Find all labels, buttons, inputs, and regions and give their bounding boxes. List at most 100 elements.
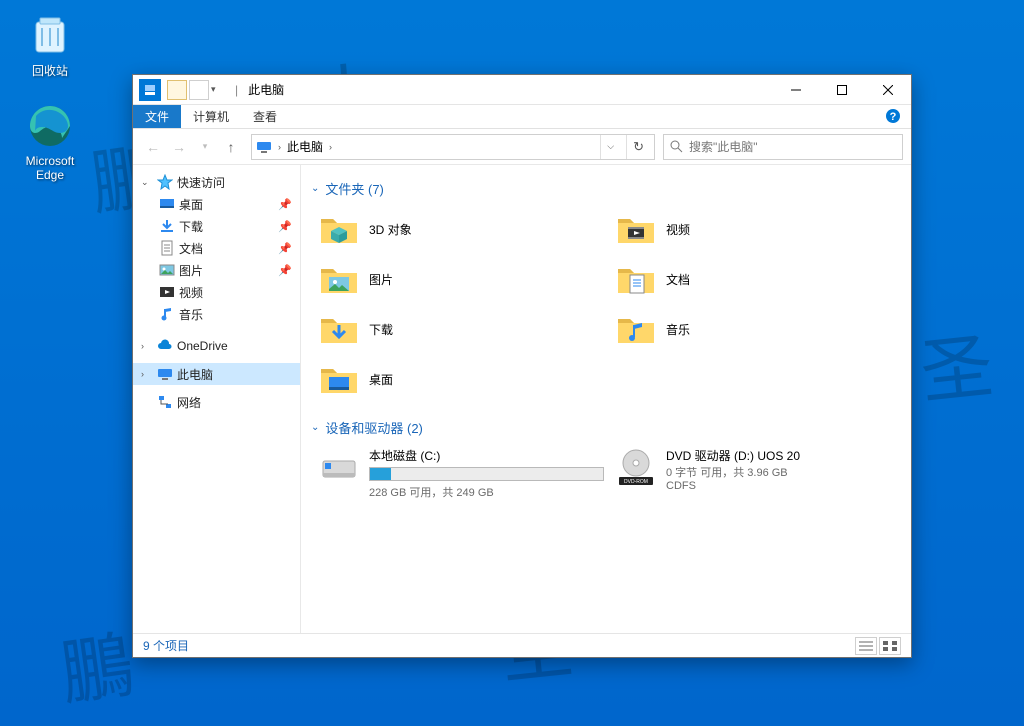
- drives-group-header[interactable]: ⌄ 设备和驱动器 (2): [311, 418, 901, 437]
- status-bar: 9 个项目: [133, 633, 911, 657]
- up-button[interactable]: ↑: [219, 135, 243, 159]
- nav-music[interactable]: 音乐: [133, 303, 300, 325]
- folder-icon: [319, 209, 359, 249]
- folders-group-header[interactable]: ⌄ 文件夹 (7): [311, 179, 901, 198]
- address-row: ← → ▾ ↑ › 此电脑 › ⌵ ↻ 搜索"此电脑": [133, 129, 911, 165]
- back-button[interactable]: ←: [141, 135, 165, 159]
- help-icon[interactable]: ?: [885, 108, 903, 126]
- chevron-right-icon[interactable]: ›: [329, 142, 332, 152]
- system-menu-icon[interactable]: [139, 79, 161, 101]
- picture-icon: [159, 262, 175, 278]
- view-large-icons-button[interactable]: [879, 637, 901, 655]
- video-icon: [159, 284, 175, 300]
- drive-sub: 0 字节 可用，共 3.96 GB: [666, 464, 901, 480]
- this-pc-icon: [157, 366, 173, 382]
- address-history-dropdown[interactable]: ⌵: [600, 135, 620, 159]
- chevron-right-icon[interactable]: ›: [141, 369, 153, 379]
- tab-file[interactable]: 文件: [133, 105, 181, 128]
- view-details-button[interactable]: [855, 637, 877, 655]
- desktop-icon: [159, 196, 175, 212]
- drive-name: 本地磁盘 (C:): [369, 447, 604, 464]
- nav-desktop[interactable]: 桌面 📌: [133, 193, 300, 215]
- chevron-down-icon[interactable]: ⌄: [141, 177, 153, 188]
- watermark: 圣: [915, 307, 998, 419]
- chevron-right-icon[interactable]: ›: [278, 142, 281, 152]
- forward-button[interactable]: →: [167, 135, 191, 159]
- qat-item[interactable]: [189, 80, 209, 100]
- explorer-window: ▾ | 此电脑 文件 计算机 查看 ? ← → ▾ ↑ › 此电脑: [132, 74, 912, 658]
- qat-dropdown-icon[interactable]: ▾: [211, 84, 221, 95]
- edge-icon: [26, 102, 74, 150]
- hdd-icon: [319, 447, 359, 487]
- recent-dropdown-icon[interactable]: ▾: [193, 135, 217, 159]
- pin-icon: 📌: [278, 242, 300, 255]
- refresh-button[interactable]: ↻: [626, 135, 650, 159]
- folder-icon: [319, 259, 359, 299]
- maximize-button[interactable]: [819, 75, 865, 105]
- recycle-bin-icon: [26, 10, 74, 58]
- folder-icon: [319, 309, 359, 349]
- chevron-down-icon: ⌄: [311, 183, 319, 194]
- item-count: 9 个项目: [143, 637, 189, 654]
- pin-icon: 📌: [278, 264, 300, 277]
- navigation-pane: ⌄ 快速访问 桌面 📌 下载 📌 文档 📌 图片: [133, 165, 301, 633]
- drive-c[interactable]: 本地磁盘 (C:) 228 GB 可用，共 249 GB: [319, 447, 604, 500]
- network-icon: [157, 394, 173, 410]
- drive-d[interactable]: DVD-ROM DVD 驱动器 (D:) UOS 20 0 字节 可用，共 3.…: [616, 447, 901, 500]
- window-title: 此电脑: [240, 81, 284, 98]
- folder-icon: [616, 209, 656, 249]
- folder-documents[interactable]: 文档: [616, 258, 901, 300]
- nav-quick-access[interactable]: ⌄ 快速访问: [133, 171, 300, 193]
- folder-pictures[interactable]: 图片: [319, 258, 604, 300]
- drive-sub: 228 GB 可用，共 249 GB: [369, 484, 604, 500]
- storage-bar: [369, 467, 604, 481]
- qat-item[interactable]: [167, 80, 187, 100]
- nav-onedrive[interactable]: › OneDrive: [133, 335, 300, 357]
- search-placeholder: 搜索"此电脑": [689, 138, 758, 155]
- close-button[interactable]: [865, 75, 911, 105]
- titlebar[interactable]: ▾ | 此电脑: [133, 75, 911, 105]
- nav-network[interactable]: 网络: [133, 391, 300, 413]
- watermark: 鵬: [53, 605, 139, 719]
- drive-name: DVD 驱动器 (D:) UOS 20: [666, 447, 901, 464]
- folder-icon: [319, 359, 359, 399]
- desktop-recycle-bin[interactable]: 回收站: [12, 10, 88, 79]
- address-bar[interactable]: › 此电脑 › ⌵ ↻: [251, 134, 655, 160]
- search-icon: [670, 140, 683, 153]
- this-pc-icon: [256, 139, 272, 155]
- nav-videos[interactable]: 视频: [133, 281, 300, 303]
- cloud-icon: [157, 338, 173, 354]
- svg-text:DVD-ROM: DVD-ROM: [624, 479, 648, 485]
- nav-pictures[interactable]: 图片 📌: [133, 259, 300, 281]
- drive-fs: CDFS: [666, 480, 901, 492]
- desktop-edge[interactable]: Microsoft Edge: [12, 102, 88, 182]
- desktop-icon-label: Microsoft Edge: [12, 154, 88, 182]
- tab-view[interactable]: 查看: [241, 105, 289, 128]
- folder-music[interactable]: 音乐: [616, 308, 901, 350]
- pin-icon: 📌: [278, 220, 300, 233]
- document-icon: [159, 240, 175, 256]
- minimize-button[interactable]: [773, 75, 819, 105]
- folder-icon: [616, 309, 656, 349]
- svg-text:?: ?: [890, 111, 897, 123]
- dvd-icon: DVD-ROM: [616, 447, 656, 487]
- folder-3d-objects[interactable]: 3D 对象: [319, 208, 604, 250]
- desktop-icon-label: 回收站: [12, 62, 88, 79]
- chevron-down-icon: ⌄: [311, 422, 319, 433]
- folder-icon: [616, 259, 656, 299]
- download-icon: [159, 218, 175, 234]
- chevron-right-icon[interactable]: ›: [141, 341, 153, 351]
- tab-computer[interactable]: 计算机: [181, 105, 241, 128]
- folder-videos[interactable]: 视频: [616, 208, 901, 250]
- folder-downloads[interactable]: 下载: [319, 308, 604, 350]
- search-input[interactable]: 搜索"此电脑": [663, 134, 903, 160]
- nav-downloads[interactable]: 下载 📌: [133, 215, 300, 237]
- nav-documents[interactable]: 文档 📌: [133, 237, 300, 259]
- star-icon: [157, 174, 173, 190]
- breadcrumb[interactable]: 此电脑: [287, 138, 323, 155]
- ribbon-tabs: 文件 计算机 查看 ?: [133, 105, 911, 129]
- content-area: ⌄ 文件夹 (7) 3D 对象 视频 图片 文档: [301, 165, 911, 633]
- folder-desktop[interactable]: 桌面: [319, 358, 604, 400]
- nav-this-pc[interactable]: › 此电脑: [133, 363, 300, 385]
- pin-icon: 📌: [278, 198, 300, 211]
